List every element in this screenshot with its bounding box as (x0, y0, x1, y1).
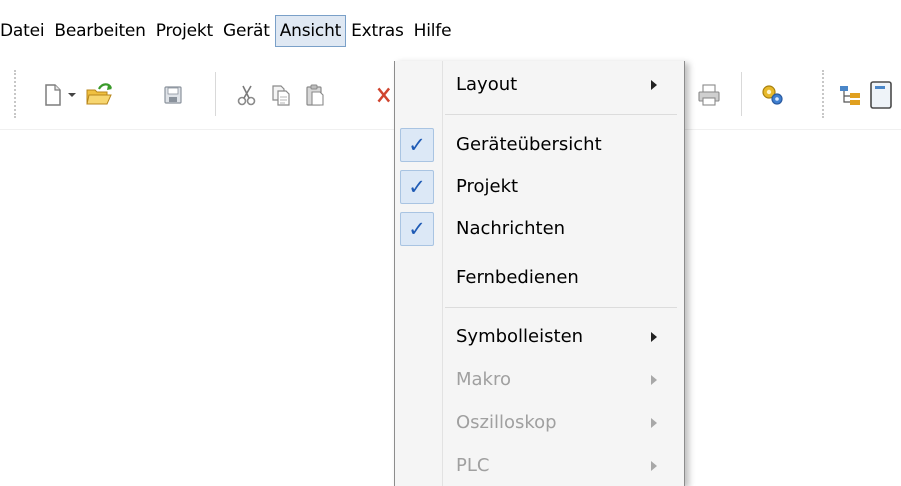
menu-extras[interactable]: Extras (346, 15, 409, 47)
menu-hilfe[interactable]: Hilfe (409, 15, 457, 47)
menu-item-label: Layout (456, 74, 518, 95)
menu-item-nachrichten[interactable]: ✓ Nachrichten (395, 209, 684, 249)
cut-icon (237, 85, 256, 106)
toolbar-grip[interactable] (14, 70, 18, 118)
menu-item-geraeteuebersicht[interactable]: ✓ Geräteübersicht (395, 125, 684, 165)
save-icon (164, 86, 182, 104)
device-tree-icon (840, 86, 860, 105)
print-button[interactable] (694, 80, 724, 110)
menu-datei[interactable]: Datei (0, 15, 49, 47)
window-icon (870, 81, 892, 109)
toolbar-grip[interactable] (822, 70, 826, 118)
submenu-arrow-icon (651, 332, 657, 342)
menu-bearbeiten[interactable]: Bearbeiten (49, 15, 150, 47)
new-document-dropdown[interactable] (62, 80, 82, 110)
submenu-arrow-icon (651, 461, 657, 471)
menu-item-label: Makro (456, 369, 512, 390)
menu-item-label: PLC (456, 455, 490, 476)
menu-geraet[interactable]: Gerät (218, 15, 275, 47)
menu-item-makro: Makro (395, 360, 684, 400)
menu-separator (445, 114, 677, 115)
copy-icon (272, 85, 290, 106)
new-document-icon (45, 84, 61, 106)
cut-button[interactable] (232, 80, 262, 110)
ansicht-dropdown-menu: Layout ✓ Geräteübersicht ✓ Projekt ✓ Nac… (394, 61, 685, 486)
paste-icon (306, 84, 324, 106)
checkmark-icon: ✓ (400, 212, 434, 246)
checkmark-icon: ✓ (400, 170, 434, 204)
submenu-arrow-icon (651, 418, 657, 428)
settings-button[interactable] (758, 80, 788, 110)
dropdown-arrow-icon (68, 93, 76, 97)
toolbar-overflow-button[interactable] (868, 80, 901, 110)
menu-ansicht[interactable]: Ansicht (274, 15, 347, 47)
open-folder-icon (86, 83, 113, 105)
settings-gears-icon (762, 85, 783, 105)
menu-item-plc: PLC (395, 446, 684, 486)
menu-item-label: Geräteübersicht (456, 134, 602, 155)
menu-item-label: Fernbedienen (456, 267, 579, 288)
open-button[interactable] (82, 80, 118, 110)
delete-icon (377, 87, 391, 103)
menu-item-layout[interactable]: Layout (395, 65, 684, 105)
menu-item-projekt[interactable]: ✓ Projekt (395, 167, 684, 207)
checkmark-icon: ✓ (400, 128, 434, 162)
menu-item-label: Projekt (456, 176, 519, 197)
menu-item-fernbedienen[interactable]: Fernbedienen (395, 258, 684, 298)
menu-projekt[interactable]: Projekt (151, 15, 218, 47)
print-icon (698, 84, 720, 106)
save-button[interactable] (158, 80, 188, 110)
device-tree-button[interactable] (836, 80, 866, 110)
menu-item-label: Oszilloskop (456, 412, 557, 433)
paste-button[interactable] (300, 80, 330, 110)
menu-bar: Datei Bearbeiten Projekt Gerät Ansicht E… (0, 15, 901, 47)
toolbar-separator (741, 72, 742, 116)
menu-item-label: Nachrichten (456, 218, 566, 239)
menu-item-label: Symbolleisten (456, 326, 584, 347)
menu-item-oszilloskop: Oszilloskop (395, 403, 684, 443)
toolbar-separator (215, 72, 216, 116)
submenu-arrow-icon (651, 375, 657, 385)
menu-item-symbolleisten[interactable]: Symbolleisten (395, 317, 684, 357)
menu-separator (445, 307, 677, 308)
delete-button[interactable] (376, 80, 394, 110)
copy-button[interactable] (266, 80, 296, 110)
submenu-arrow-icon (651, 80, 657, 90)
